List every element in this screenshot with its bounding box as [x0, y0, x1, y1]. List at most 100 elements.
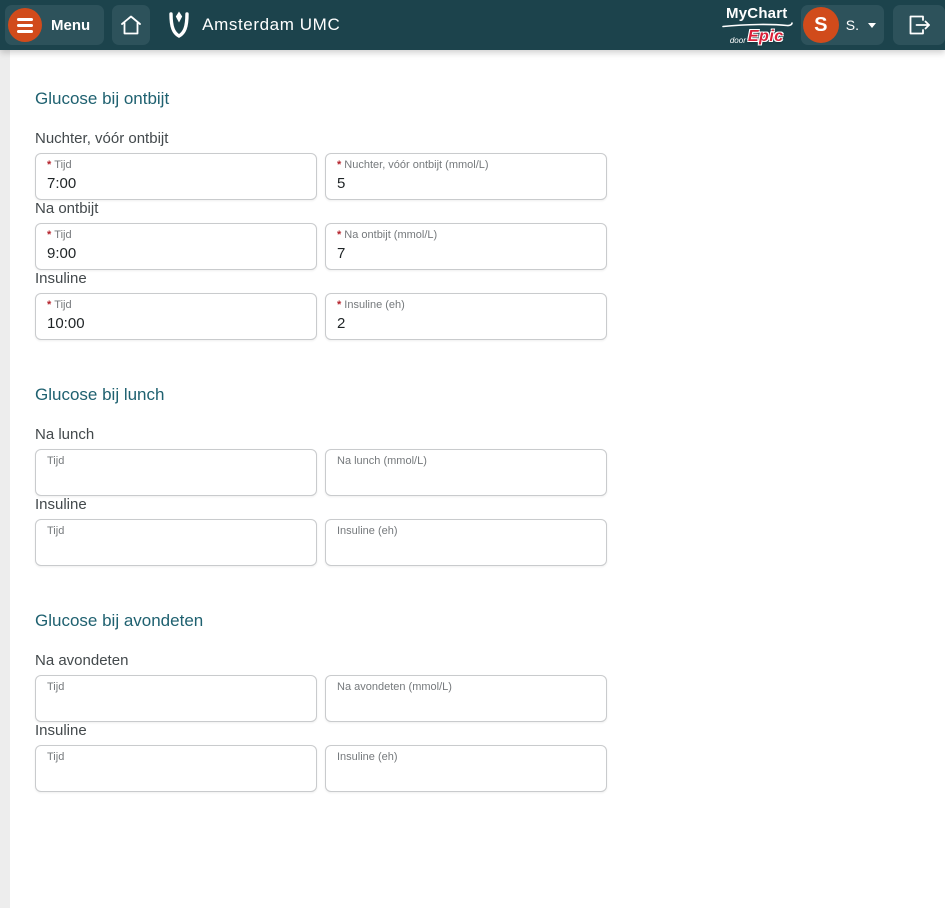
field-value: 9:00: [47, 244, 305, 264]
field-value: 2: [337, 314, 595, 334]
field-label: * Tijd: [47, 681, 305, 694]
field-group: Insuline * Tijd * Insuline (eh): [35, 722, 945, 792]
group-heading: Insuline: [35, 496, 945, 514]
field-row: * Tijd * Na avondeten (mmol/L): [35, 675, 945, 722]
input-na-lunch-tijd[interactable]: * Tijd: [35, 449, 317, 496]
group-heading: Na avondeten: [35, 652, 945, 670]
group-heading: Na lunch: [35, 426, 945, 444]
section-title: Glucose bij ontbijt: [35, 89, 945, 108]
field-row: * Tijd 7:00 * Nuchter, vóór ontbijt (mmo…: [35, 153, 945, 200]
field-group: Nuchter, vóór ontbijt * Tijd 7:00 * Nuch…: [35, 130, 945, 200]
field-label: * Insuline (eh): [337, 525, 595, 538]
required-asterisk: *: [337, 229, 341, 242]
field-label: * Nuchter, vóór ontbijt (mmol/L): [337, 159, 595, 172]
required-asterisk: *: [337, 159, 341, 172]
field-label: * Insuline (eh): [337, 751, 595, 764]
app-header: Menu Amsterdam UMC MyChart door Ep: [0, 0, 945, 50]
field-row: * Tijd 10:00 * Insuline (eh) 2: [35, 293, 945, 340]
field-value: 5: [337, 174, 595, 194]
home-icon: [119, 13, 143, 37]
field-label: * Tijd: [47, 229, 305, 242]
door-word: door: [730, 37, 746, 45]
field-label-text: Tijd: [54, 229, 71, 242]
field-label: * Tijd: [47, 299, 305, 312]
user-name: S.: [846, 17, 859, 33]
avatar: S: [803, 7, 839, 43]
mychart-epic-logo: MyChart door Epic: [721, 6, 793, 45]
field-label-text: Tijd: [54, 159, 71, 172]
form-content: Glucose bij ontbijt Nuchter, vóór ontbij…: [10, 50, 945, 908]
amsterdam-umc-tulip-icon: [166, 10, 192, 40]
group-heading: Insuline: [35, 722, 945, 740]
required-asterisk: *: [47, 229, 51, 242]
mychart-swoosh: [721, 22, 793, 28]
form-section: Glucose bij lunch Na lunch * Tijd * Na l…: [35, 385, 945, 566]
menu-button[interactable]: Menu: [5, 5, 104, 45]
field-group: Insuline * Tijd * Insuline (eh): [35, 496, 945, 566]
home-button[interactable]: [112, 5, 150, 45]
field-label-text: Na avondeten (mmol/L): [337, 681, 452, 694]
field-label: * Tijd: [47, 525, 305, 538]
logout-icon: [906, 12, 932, 38]
form-section: Glucose bij avondeten Na avondeten * Tij…: [35, 611, 945, 792]
input-insuline-tijd[interactable]: * Tijd: [35, 519, 317, 566]
field-label: * Tijd: [47, 159, 305, 172]
field-group: Na ontbijt * Tijd 9:00 * Na ontbijt (mmo…: [35, 200, 945, 270]
field-label-text: Nuchter, vóór ontbijt (mmol/L): [344, 159, 488, 172]
epic-wordmark: Epic: [748, 29, 784, 45]
field-row: * Tijd 9:00 * Na ontbijt (mmol/L) 7: [35, 223, 945, 270]
user-menu-button[interactable]: S S.: [801, 5, 884, 45]
input-nuchter-voor-ontbijt-nuchter-voor-ontbijt[interactable]: * Nuchter, vóór ontbijt (mmol/L) 5: [325, 153, 607, 200]
field-label-text: Tijd: [54, 299, 71, 312]
required-asterisk: *: [47, 159, 51, 172]
brand-logo: Amsterdam UMC: [166, 10, 340, 40]
field-label-text: Tijd: [47, 751, 64, 764]
field-row: * Tijd * Insuline (eh): [35, 519, 945, 566]
field-value: 10:00: [47, 314, 305, 334]
field-label: * Na avondeten (mmol/L): [337, 681, 595, 694]
chevron-down-icon: [868, 23, 876, 28]
form-section: Glucose bij ontbijt Nuchter, vóór ontbij…: [35, 89, 945, 340]
menu-button-label: Menu: [51, 17, 90, 34]
input-na-avondeten-na-avondeten[interactable]: * Na avondeten (mmol/L): [325, 675, 607, 722]
input-na-lunch-na-lunch[interactable]: * Na lunch (mmol/L): [325, 449, 607, 496]
required-asterisk: *: [337, 299, 341, 312]
field-label: * Insuline (eh): [337, 299, 595, 312]
input-insuline-tijd[interactable]: * Tijd 10:00: [35, 293, 317, 340]
logout-button[interactable]: [893, 5, 945, 45]
required-asterisk: *: [47, 299, 51, 312]
field-label-text: Tijd: [47, 681, 64, 694]
group-heading: Insuline: [35, 270, 945, 288]
field-row: * Tijd * Na lunch (mmol/L): [35, 449, 945, 496]
field-label-text: Na ontbijt (mmol/L): [344, 229, 437, 242]
field-row: * Tijd * Insuline (eh): [35, 745, 945, 792]
input-na-ontbijt-na-ontbijt[interactable]: * Na ontbijt (mmol/L) 7: [325, 223, 607, 270]
section-title: Glucose bij lunch: [35, 385, 945, 404]
field-label: * Na ontbijt (mmol/L): [337, 229, 595, 242]
brand-name: Amsterdam UMC: [202, 15, 340, 35]
input-na-ontbijt-tijd[interactable]: * Tijd 9:00: [35, 223, 317, 270]
input-insuline-tijd[interactable]: * Tijd: [35, 745, 317, 792]
field-label: * Na lunch (mmol/L): [337, 455, 595, 468]
field-value: 7:00: [47, 174, 305, 194]
section-title: Glucose bij avondeten: [35, 611, 945, 630]
field-label: * Tijd: [47, 455, 305, 468]
group-heading: Nuchter, vóór ontbijt: [35, 130, 945, 148]
input-insuline-insuline[interactable]: * Insuline (eh): [325, 519, 607, 566]
field-label-text: Insuline (eh): [344, 299, 405, 312]
field-group: Insuline * Tijd 10:00 * Insuline (eh) 2: [35, 270, 945, 340]
field-label-text: Tijd: [47, 525, 64, 538]
field-label-text: Insuline (eh): [337, 525, 398, 538]
field-label-text: Na lunch (mmol/L): [337, 455, 427, 468]
input-nuchter-voor-ontbijt-tijd[interactable]: * Tijd 7:00: [35, 153, 317, 200]
hamburger-icon: [8, 8, 42, 42]
field-label-text: Tijd: [47, 455, 64, 468]
field-value: 7: [337, 244, 595, 264]
mychart-wordmark: MyChart: [726, 6, 787, 21]
input-na-avondeten-tijd[interactable]: * Tijd: [35, 675, 317, 722]
group-heading: Na ontbijt: [35, 200, 945, 218]
input-insuline-insuline[interactable]: * Insuline (eh): [325, 745, 607, 792]
field-label: * Tijd: [47, 751, 305, 764]
field-group: Na lunch * Tijd * Na lunch (mmol/L): [35, 426, 945, 496]
input-insuline-insuline[interactable]: * Insuline (eh) 2: [325, 293, 607, 340]
